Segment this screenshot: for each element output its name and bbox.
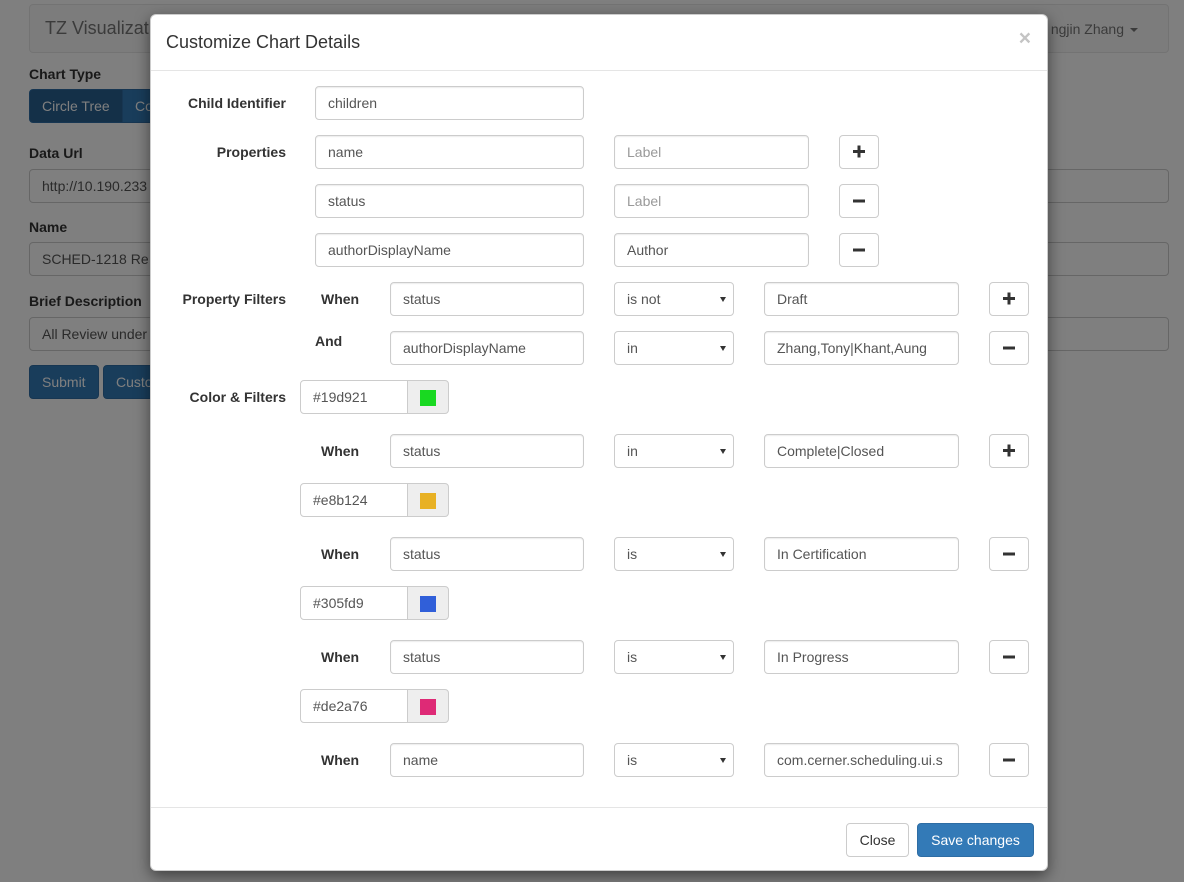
- chevron-down-icon: [720, 552, 726, 557]
- color-filter-operator-value: is: [627, 752, 638, 768]
- filter-operator-value: in: [627, 340, 638, 356]
- filter-operator-select[interactable]: in: [614, 331, 734, 365]
- chevron-down-icon: [720, 346, 726, 351]
- remove-color-filter-button[interactable]: [989, 743, 1029, 777]
- property-name-input[interactable]: status: [315, 184, 584, 218]
- color-filter-operator-value: is: [627, 546, 638, 562]
- color-filter-operator-value: in: [627, 443, 638, 459]
- color-filter-conjunction-label: When: [321, 546, 360, 562]
- add-filter-button[interactable]: [989, 282, 1029, 316]
- close-icon[interactable]: ×: [1019, 27, 1031, 51]
- color-hex-input[interactable]: #305fd9: [300, 586, 408, 620]
- color-filter-operator-select[interactable]: is: [614, 537, 734, 571]
- filter-value-input[interactable]: Draft: [764, 282, 959, 316]
- chevron-down-icon: [720, 449, 726, 454]
- color-hex-input[interactable]: #e8b124: [300, 483, 408, 517]
- plus-icon: [1003, 444, 1015, 457]
- minus-icon: [853, 248, 865, 252]
- color-filter-value-input[interactable]: com.cerner.scheduling.ui.s: [764, 743, 959, 777]
- minus-icon: [853, 199, 865, 203]
- minus-icon: [1003, 552, 1015, 556]
- color-swatch: [420, 699, 436, 715]
- modal-footer: Close Save changes: [151, 807, 1047, 871]
- property-filters-label: Property Filters: [182, 291, 286, 307]
- color-filter-operator-select[interactable]: is: [614, 743, 734, 777]
- color-swatch: [420, 596, 436, 612]
- modal-title: Customize Chart Details: [166, 32, 361, 52]
- color-picker[interactable]: #de2a76: [300, 689, 449, 723]
- color-swatch-addon[interactable]: [407, 586, 449, 620]
- color-filter-field-input[interactable]: status: [390, 640, 584, 674]
- filter-value-input[interactable]: Zhang,Tony|Khant,Aung: [764, 331, 959, 365]
- color-filter-operator-select[interactable]: is: [614, 640, 734, 674]
- minus-icon: [1003, 758, 1015, 762]
- color-swatch: [420, 390, 436, 406]
- remove-filter-button[interactable]: [989, 331, 1029, 365]
- modal-header: Customize Chart Details ×: [151, 15, 1047, 71]
- customize-chart-modal: Customize Chart Details × Child Identifi…: [150, 14, 1048, 871]
- child-identifier-label: Child Identifier: [188, 95, 286, 111]
- color-filter-field-input[interactable]: status: [390, 434, 584, 468]
- color-filter-conjunction-label: When: [321, 649, 360, 665]
- chevron-down-icon: [720, 655, 726, 660]
- color-picker[interactable]: #19d921: [300, 380, 449, 414]
- add-color-filter-button[interactable]: [989, 434, 1029, 468]
- chevron-down-icon: [720, 297, 726, 302]
- add-property-button[interactable]: [839, 135, 879, 169]
- color-filter-operator-select[interactable]: in: [614, 434, 734, 468]
- plus-icon: [853, 145, 865, 158]
- remove-property-button[interactable]: [839, 184, 879, 218]
- minus-icon: [1003, 346, 1015, 350]
- color-filter-value-input[interactable]: In Progress: [764, 640, 959, 674]
- filter-operator-value: is not: [627, 291, 661, 307]
- plus-icon: [1003, 292, 1015, 305]
- property-label-input[interactable]: Author: [614, 233, 809, 267]
- remove-color-filter-button[interactable]: [989, 640, 1029, 674]
- remove-property-button[interactable]: [839, 233, 879, 267]
- color-filter-conjunction-label: When: [321, 752, 360, 768]
- filter-operator-select[interactable]: is not: [614, 282, 734, 316]
- color-picker[interactable]: #e8b124: [300, 483, 449, 517]
- minus-icon: [1003, 655, 1015, 659]
- chevron-down-icon: [720, 758, 726, 763]
- property-name-input[interactable]: authorDisplayName: [315, 233, 584, 267]
- color-swatch-addon[interactable]: [407, 483, 449, 517]
- property-label-input[interactable]: Label: [614, 135, 809, 169]
- filter-field-input[interactable]: status: [390, 282, 584, 316]
- filter-conjunction-label: When: [321, 291, 360, 307]
- child-identifier-input[interactable]: children: [315, 86, 584, 120]
- property-label-input[interactable]: Label: [614, 184, 809, 218]
- color-filters-label: Color & Filters: [189, 389, 286, 405]
- color-picker[interactable]: #305fd9: [300, 586, 449, 620]
- color-filter-conjunction-label: When: [321, 443, 360, 459]
- filter-conjunction-label: And: [315, 333, 343, 349]
- color-hex-input[interactable]: #19d921: [300, 380, 408, 414]
- color-hex-input[interactable]: #de2a76: [300, 689, 408, 723]
- color-swatch-addon[interactable]: [407, 689, 449, 723]
- color-filter-operator-value: is: [627, 649, 638, 665]
- color-swatch-addon[interactable]: [407, 380, 449, 414]
- save-changes-button[interactable]: Save changes: [917, 823, 1034, 857]
- property-name-input[interactable]: name: [315, 135, 584, 169]
- color-filter-field-input[interactable]: status: [390, 537, 584, 571]
- color-filter-value-input[interactable]: Complete|Closed: [764, 434, 959, 468]
- filter-field-input[interactable]: authorDisplayName: [390, 331, 584, 365]
- remove-color-filter-button[interactable]: [989, 537, 1029, 571]
- color-filter-field-input[interactable]: name: [390, 743, 584, 777]
- properties-label: Properties: [216, 144, 286, 160]
- close-button[interactable]: Close: [846, 823, 909, 857]
- color-swatch: [420, 493, 436, 509]
- color-filter-value-input[interactable]: In Certification: [764, 537, 959, 571]
